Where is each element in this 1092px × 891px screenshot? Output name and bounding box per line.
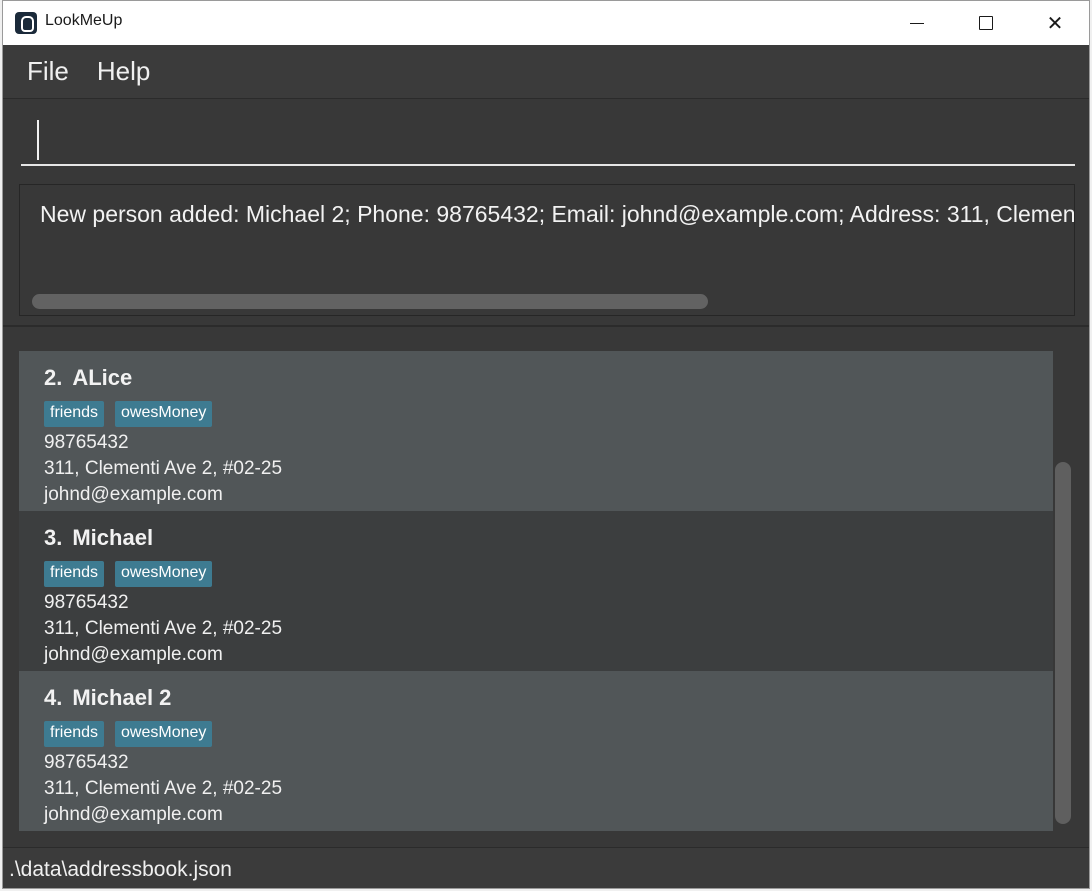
tag-list: friends owesMoney — [44, 561, 1053, 588]
result-message: New person added: Michael 2; Phone: 9876… — [40, 201, 1075, 227]
tag-list: friends owesMoney — [44, 721, 1053, 748]
text-caret — [37, 120, 39, 160]
person-name-row: 3. Michael — [44, 525, 1053, 555]
menu-bar: File Help — [3, 45, 1089, 99]
person-card[interactable]: 3. Michael friends owesMoney 98765432 31… — [19, 511, 1053, 671]
title-bar[interactable]: LookMeUp ✕ — [3, 1, 1089, 45]
person-name: ALice — [72, 365, 133, 390]
person-list[interactable]: 2. ALice friends owesMoney 98765432 311,… — [19, 343, 1053, 831]
menu-file[interactable]: File — [27, 56, 69, 87]
maximize-button[interactable] — [952, 1, 1020, 45]
person-email: johnd@example.com — [44, 644, 223, 665]
tag: owesMoney — [115, 561, 213, 587]
app-icon — [15, 12, 37, 34]
person-address: 311, Clementi Ave 2, #02-25 — [44, 618, 283, 639]
maximize-icon — [979, 16, 993, 30]
tag: owesMoney — [115, 721, 213, 747]
tag-list: friends owesMoney — [44, 401, 1053, 428]
person-name: Michael — [72, 525, 154, 550]
minimize-icon — [910, 22, 924, 24]
person-phone: 98765432 — [44, 592, 129, 613]
close-button[interactable]: ✕ — [1021, 1, 1089, 45]
app-window: LookMeUp ✕ File Help New person added: M… — [2, 0, 1090, 889]
result-display[interactable]: New person added: Michael 2; Phone: 9876… — [19, 184, 1075, 316]
person-email: johnd@example.com — [44, 804, 223, 825]
person-name: Michael 2 — [72, 685, 172, 710]
save-location: .\data\addressbook.json — [9, 858, 232, 881]
close-icon: ✕ — [1046, 11, 1064, 35]
command-box-area — [3, 100, 1089, 176]
person-index: 4. — [44, 685, 63, 710]
section-divider — [3, 325, 1089, 327]
person-email: johnd@example.com — [44, 484, 223, 505]
person-name-row: 2. ALice — [44, 365, 1053, 395]
status-bar: .\data\addressbook.json — [3, 847, 1089, 888]
command-input[interactable] — [21, 110, 1075, 166]
tag: friends — [44, 721, 105, 747]
person-address: 311, Clementi Ave 2, #02-25 — [44, 458, 283, 479]
result-horizontal-scrollbar[interactable] — [32, 294, 708, 309]
list-vertical-scrollbar[interactable] — [1055, 462, 1071, 824]
tag: friends — [44, 561, 105, 587]
person-card[interactable]: 4. Michael 2 friends owesMoney 98765432 … — [19, 671, 1053, 831]
person-address: 311, Clementi Ave 2, #02-25 — [44, 778, 283, 799]
window-title: LookMeUp — [45, 12, 123, 29]
person-phone: 98765432 — [44, 432, 129, 453]
person-name-row: 4. Michael 2 — [44, 685, 1053, 715]
person-card[interactable]: 2. ALice friends owesMoney 98765432 311,… — [19, 351, 1053, 511]
minimize-button[interactable] — [883, 1, 951, 45]
person-index: 2. — [44, 365, 63, 390]
person-phone: 98765432 — [44, 752, 129, 773]
tag: owesMoney — [115, 401, 213, 427]
person-index: 3. — [44, 525, 63, 550]
menu-help[interactable]: Help — [97, 56, 150, 87]
tag: friends — [44, 401, 105, 427]
